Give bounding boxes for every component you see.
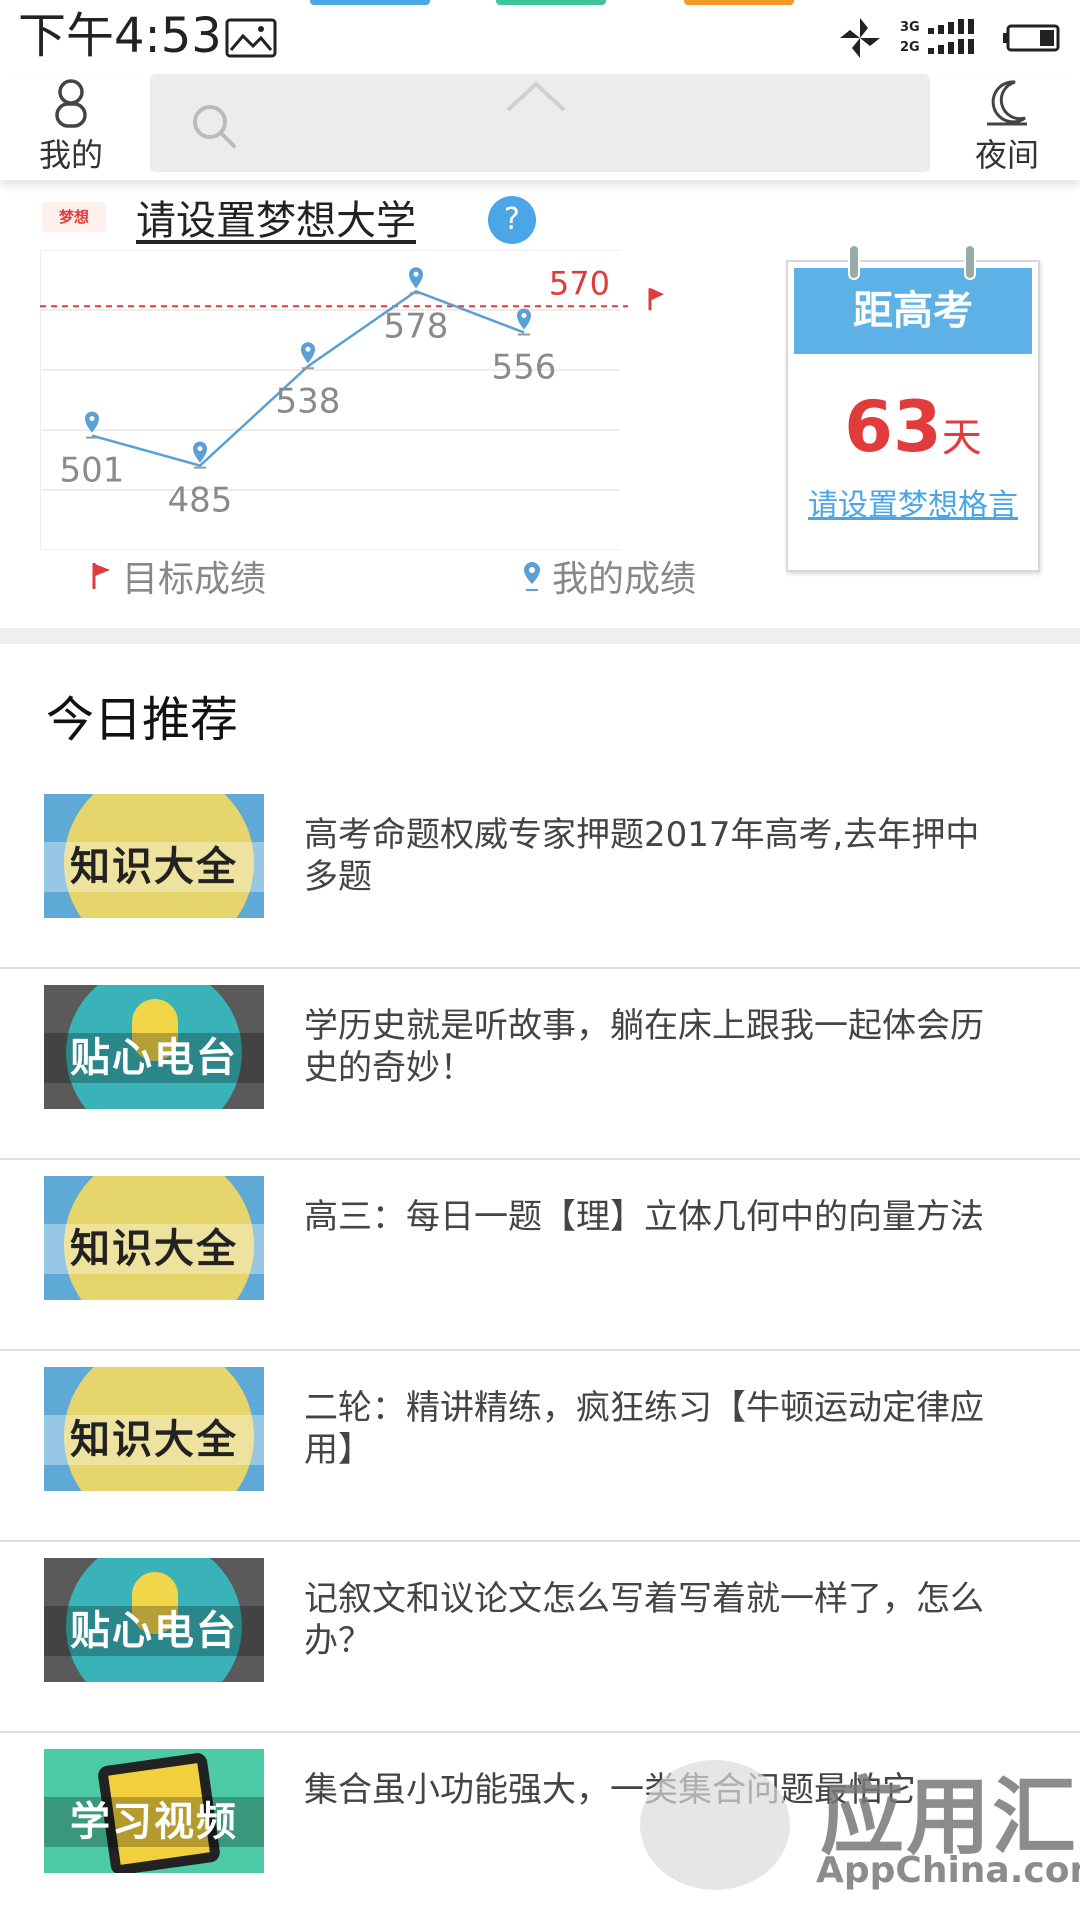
legend-mine: 我的成绩 xyxy=(522,550,696,602)
score-point: 538 xyxy=(276,342,341,421)
item-title: 记叙文和议论文怎么写着写着就一样了，怎么办？ xyxy=(304,1579,984,1661)
watermark-sub: AppChina.com xyxy=(816,1850,1080,1891)
dream-logo: 梦想 xyxy=(42,202,106,232)
countdown-header: 距高考 xyxy=(794,268,1032,354)
top-app-bar: 我的 夜间 xyxy=(0,74,1080,180)
score-chart: 570 501 485 538 578 556 xyxy=(40,250,664,550)
score-point: 501 xyxy=(60,411,125,491)
score-section: 梦想 请设置梦想大学 ? 570 501 485 538 578 556 目标成绩 我的… xyxy=(0,180,1080,628)
search-bar[interactable] xyxy=(150,74,930,172)
pinwheel-icon xyxy=(840,18,880,58)
item-thumbnail: 学习视频 xyxy=(44,1749,264,1873)
legend-target-label: 目标成绩 xyxy=(122,559,267,600)
section-divider xyxy=(0,628,1080,644)
legend-mine-label: 我的成绩 xyxy=(552,559,697,600)
legend-target: 目标成绩 xyxy=(90,550,266,602)
set-motto-link[interactable]: 请设置梦想格言 xyxy=(788,480,1038,524)
thumbnail-tag: 贴心电台 xyxy=(44,1033,264,1083)
target-flag-icon xyxy=(651,288,664,301)
status-time: 下午4:53 xyxy=(18,8,222,64)
score-value-label: 538 xyxy=(276,381,341,421)
chevron-up-icon[interactable] xyxy=(504,78,568,114)
score-point: 578 xyxy=(384,267,449,346)
calendar-ring xyxy=(848,244,860,280)
score-line xyxy=(91,289,525,468)
mine-button[interactable]: 我的 xyxy=(16,74,126,180)
calendar-ring xyxy=(964,244,976,280)
score-value-label: 501 xyxy=(60,451,125,491)
list-item[interactable]: 贴心电台 记叙文和议论文怎么写着写着就一样了，怎么办？ xyxy=(0,1542,1080,1733)
score-value-label: 556 xyxy=(492,348,557,388)
help-icon[interactable]: ? xyxy=(488,196,536,244)
status-bar: 下午4:53 3G 2G xyxy=(0,0,1080,74)
item-title: 二轮：精讲精练，疯狂练习【牛顿运动定律应用】 xyxy=(304,1388,984,1470)
countdown-card[interactable]: 距高考 63天 请设置梦想格言 xyxy=(786,244,1040,572)
night-mode-button[interactable]: 夜间 xyxy=(952,74,1062,180)
list-item[interactable]: 知识大全 二轮：精讲精练，疯狂练习【牛顿运动定律应用】 xyxy=(0,1351,1080,1542)
score-value-label: 578 xyxy=(384,306,449,346)
night-label: 夜间 xyxy=(974,136,1039,174)
red-flag-icon xyxy=(92,563,110,589)
item-title: 高考命题权威专家押题2017年高考,去年押中多题 xyxy=(304,815,980,897)
item-thumbnail: 知识大全 xyxy=(44,794,264,918)
thumbnail-tag: 贴心电台 xyxy=(44,1606,264,1656)
list-item[interactable]: 贴心电台 学历史就是听故事，躺在床上跟我一起体会历史的奇妙！ xyxy=(0,969,1080,1160)
appchina-watermark: 应用汇 AppChina.com xyxy=(640,1730,1080,1920)
thumbnail-tag: 知识大全 xyxy=(44,1224,264,1274)
search-icon xyxy=(193,105,236,148)
map-pin-icon xyxy=(409,267,423,289)
map-pin-icon xyxy=(301,342,315,364)
map-pin-icon xyxy=(517,308,531,330)
item-thumbnail: 贴心电台 xyxy=(44,985,264,1109)
person-icon xyxy=(55,79,87,128)
days-remaining: 63天 xyxy=(788,386,1038,468)
thumbnail-tag: 学习视频 xyxy=(44,1797,264,1847)
gallery-icon xyxy=(225,18,277,58)
score-point: 556 xyxy=(492,308,557,388)
item-title: 学历史就是听故事，躺在床上跟我一起体会历史的奇妙！ xyxy=(304,1006,984,1088)
item-thumbnail: 贴心电台 xyxy=(44,1558,264,1682)
thumbnail-tag: 知识大全 xyxy=(44,1415,264,1465)
days-unit: 天 xyxy=(941,415,982,461)
signal-icon: 3G 2G xyxy=(900,18,984,58)
mine-label: 我的 xyxy=(38,136,103,174)
item-thumbnail: 知识大全 xyxy=(44,1176,264,1300)
moon-icon xyxy=(987,80,1027,126)
set-dream-university-link[interactable]: 请设置梦想大学 xyxy=(136,188,416,246)
list-item[interactable]: 知识大全 高三：每日一题【理】立体几何中的向量方法 xyxy=(0,1160,1080,1351)
target-value-label: 570 xyxy=(549,264,610,302)
days-number: 63 xyxy=(844,386,942,468)
battery-icon xyxy=(1003,24,1060,52)
net-2g-label: 2G xyxy=(900,40,920,55)
item-title: 高三：每日一题【理】立体几何中的向量方法 xyxy=(304,1197,984,1237)
recommend-title: 今日推荐 xyxy=(46,692,239,748)
thumbnail-tag: 知识大全 xyxy=(44,842,264,892)
item-thumbnail: 知识大全 xyxy=(44,1367,264,1491)
watermark-logo xyxy=(640,1760,790,1890)
map-pin-icon xyxy=(524,562,540,591)
net-3g-label: 3G xyxy=(900,20,920,35)
score-point: 485 xyxy=(168,441,233,521)
list-item[interactable]: 知识大全 高考命题权威专家押题2017年高考,去年押中多题 xyxy=(0,778,1080,969)
score-value-label: 485 xyxy=(168,481,233,521)
